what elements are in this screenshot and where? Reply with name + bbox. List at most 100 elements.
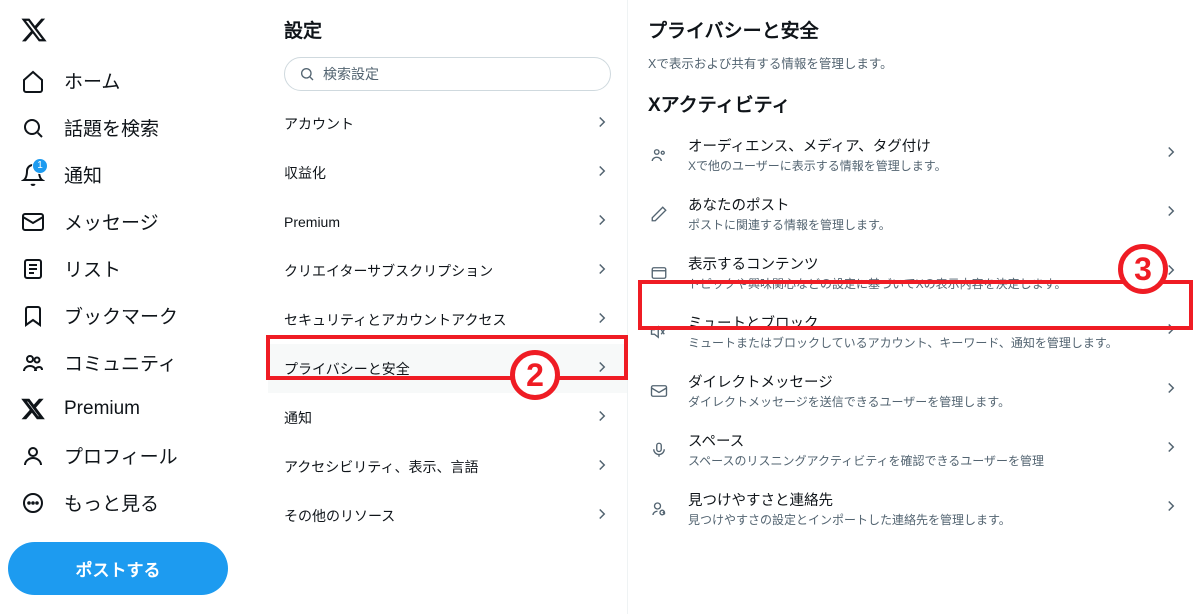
post-button[interactable]: ポストする xyxy=(8,542,228,595)
nav-bookmarks[interactable]: ブックマーク xyxy=(8,292,260,339)
chevron-right-icon xyxy=(593,260,611,281)
row-title: ダイレクトメッセージ xyxy=(688,371,1154,392)
search-icon xyxy=(20,115,46,141)
row-sub: ポストに関連する情報を管理します。 xyxy=(688,216,1154,233)
bell-icon: 1 xyxy=(20,162,46,188)
chevron-right-icon xyxy=(593,309,611,330)
mail-icon xyxy=(648,382,670,400)
settings-row-label: Premium xyxy=(284,214,340,230)
nav-label: ホーム xyxy=(64,67,120,94)
chevron-right-icon xyxy=(1162,143,1180,166)
nav-messages[interactable]: メッセージ xyxy=(8,198,260,245)
nav-home[interactable]: ホーム xyxy=(8,57,260,104)
row-title: 表示するコンテンツ xyxy=(688,253,1154,274)
mic-icon xyxy=(648,441,670,459)
settings-row-label: セキュリティとアカウントアクセス xyxy=(284,310,506,330)
settings-row-label: クリエイターサブスクリプション xyxy=(284,261,493,281)
row-sub: トピックや興味関心などの設定に基づいてXの表示内容を決定します。 xyxy=(688,275,1154,292)
privacy-row-mute-block[interactable]: ミュートとブロックミュートまたはブロックしているアカウント、キーワード、通知を管… xyxy=(628,302,1200,361)
row-title: あなたのポスト xyxy=(688,194,1154,215)
settings-row-label: 通知 xyxy=(284,408,312,428)
nav-profile[interactable]: プロフィール xyxy=(8,432,260,479)
settings-row-label: 収益化 xyxy=(284,163,326,183)
row-title: ミュートとブロック xyxy=(688,312,1154,333)
mail-icon xyxy=(20,209,46,235)
nav-label: プロフィール xyxy=(64,442,178,469)
bookmark-icon xyxy=(20,303,46,329)
chevron-right-icon xyxy=(593,113,611,134)
settings-row-accessibility[interactable]: アクセシビリティ、表示、言語 xyxy=(268,442,627,491)
row-title: 見つけやすさと連絡先 xyxy=(688,489,1154,510)
chevron-right-icon xyxy=(593,505,611,526)
row-title: オーディエンス、メディア、タグ付け xyxy=(688,135,1154,156)
settings-row-account[interactable]: アカウント xyxy=(268,99,627,148)
detail-subtitle: Xで表示および共有する情報を管理します。 xyxy=(628,53,1200,90)
nav-label: ブックマーク xyxy=(64,302,178,329)
nav-label: 通知 xyxy=(64,161,102,188)
settings-row-label: プライバシーと安全 xyxy=(284,359,410,379)
communities-icon xyxy=(20,350,46,376)
settings-row-premium[interactable]: Premium xyxy=(268,197,627,246)
settings-row-label: その他のリソース xyxy=(284,506,395,526)
audience-icon xyxy=(648,146,670,164)
more-icon xyxy=(20,490,46,516)
nav-communities[interactable]: コミュニティ xyxy=(8,339,260,386)
privacy-row-content[interactable]: 表示するコンテンツトピックや興味関心などの設定に基づいてXの表示内容を決定します… xyxy=(628,243,1200,302)
search-icon xyxy=(299,66,315,82)
nav-label: 話題を検索 xyxy=(64,114,159,141)
privacy-row-dm[interactable]: ダイレクトメッセージダイレクトメッセージを送信できるユーザーを管理します。 xyxy=(628,361,1200,420)
chevron-right-icon xyxy=(1162,438,1180,461)
nav-label: Premium xyxy=(64,398,140,420)
pencil-icon xyxy=(648,205,670,223)
row-sub: スペースのリスニングアクティビティを確認できるユーザーを管理 xyxy=(688,452,1154,469)
chevron-right-icon xyxy=(1162,379,1180,402)
row-sub: ダイレクトメッセージを送信できるユーザーを管理します。 xyxy=(688,393,1154,410)
settings-row-security[interactable]: セキュリティとアカウントアクセス xyxy=(268,295,627,344)
chevron-right-icon xyxy=(593,407,611,428)
privacy-row-spaces[interactable]: スペーススペースのリスニングアクティビティを確認できるユーザーを管理 xyxy=(628,420,1200,479)
row-title: スペース xyxy=(688,430,1154,451)
chevron-right-icon xyxy=(593,162,611,183)
content-icon xyxy=(648,264,670,282)
row-sub: ミュートまたはブロックしているアカウント、キーワード、通知を管理します。 xyxy=(688,334,1154,351)
nav-more[interactable]: もっと見る xyxy=(8,479,260,526)
chevron-right-icon xyxy=(1162,497,1180,520)
x-logo[interactable] xyxy=(8,8,260,57)
nav-lists[interactable]: リスト xyxy=(8,245,260,292)
chevron-right-icon xyxy=(1162,320,1180,343)
chevron-right-icon xyxy=(593,456,611,477)
chevron-right-icon xyxy=(1162,261,1180,284)
settings-row-label: アクセシビリティ、表示、言語 xyxy=(284,457,478,477)
notification-badge: 1 xyxy=(32,158,48,174)
nav-label: もっと見る xyxy=(64,489,159,516)
nav-explore[interactable]: 話題を検索 xyxy=(8,104,260,151)
nav-label: メッセージ xyxy=(64,208,159,235)
discover-icon xyxy=(648,500,670,518)
nav-notifications[interactable]: 1 通知 xyxy=(8,151,260,198)
x-icon xyxy=(20,396,46,422)
row-sub: 見つけやすさの設定とインポートした連絡先を管理します。 xyxy=(688,511,1154,528)
detail-title: プライバシーと安全 xyxy=(628,10,1200,53)
settings-row-notifications[interactable]: 通知 xyxy=(268,393,627,442)
settings-row-creator-subs[interactable]: クリエイターサブスクリプション xyxy=(268,246,627,295)
settings-search[interactable] xyxy=(284,57,611,91)
nav-label: リスト xyxy=(64,255,121,282)
settings-title: 設定 xyxy=(268,10,627,57)
settings-row-label: アカウント xyxy=(284,114,354,134)
row-sub: Xで他のユーザーに表示する情報を管理します。 xyxy=(688,157,1154,174)
settings-search-input[interactable] xyxy=(323,66,596,82)
home-icon xyxy=(20,68,46,94)
nav-label: コミュニティ xyxy=(64,349,177,376)
settings-row-resources[interactable]: その他のリソース xyxy=(268,491,627,540)
chevron-right-icon xyxy=(1162,202,1180,225)
privacy-row-audience[interactable]: オーディエンス、メディア、タグ付けXで他のユーザーに表示する情報を管理します。 xyxy=(628,125,1200,184)
nav-premium[interactable]: Premium xyxy=(8,386,260,432)
settings-row-monetization[interactable]: 収益化 xyxy=(268,148,627,197)
privacy-row-discoverability[interactable]: 見つけやすさと連絡先見つけやすさの設定とインポートした連絡先を管理します。 xyxy=(628,479,1200,538)
list-icon xyxy=(20,256,46,282)
profile-icon xyxy=(20,443,46,469)
mute-icon xyxy=(648,323,670,341)
chevron-right-icon xyxy=(593,358,611,379)
privacy-row-posts[interactable]: あなたのポストポストに関連する情報を管理します。 xyxy=(628,184,1200,243)
settings-row-privacy[interactable]: プライバシーと安全 xyxy=(268,344,627,393)
